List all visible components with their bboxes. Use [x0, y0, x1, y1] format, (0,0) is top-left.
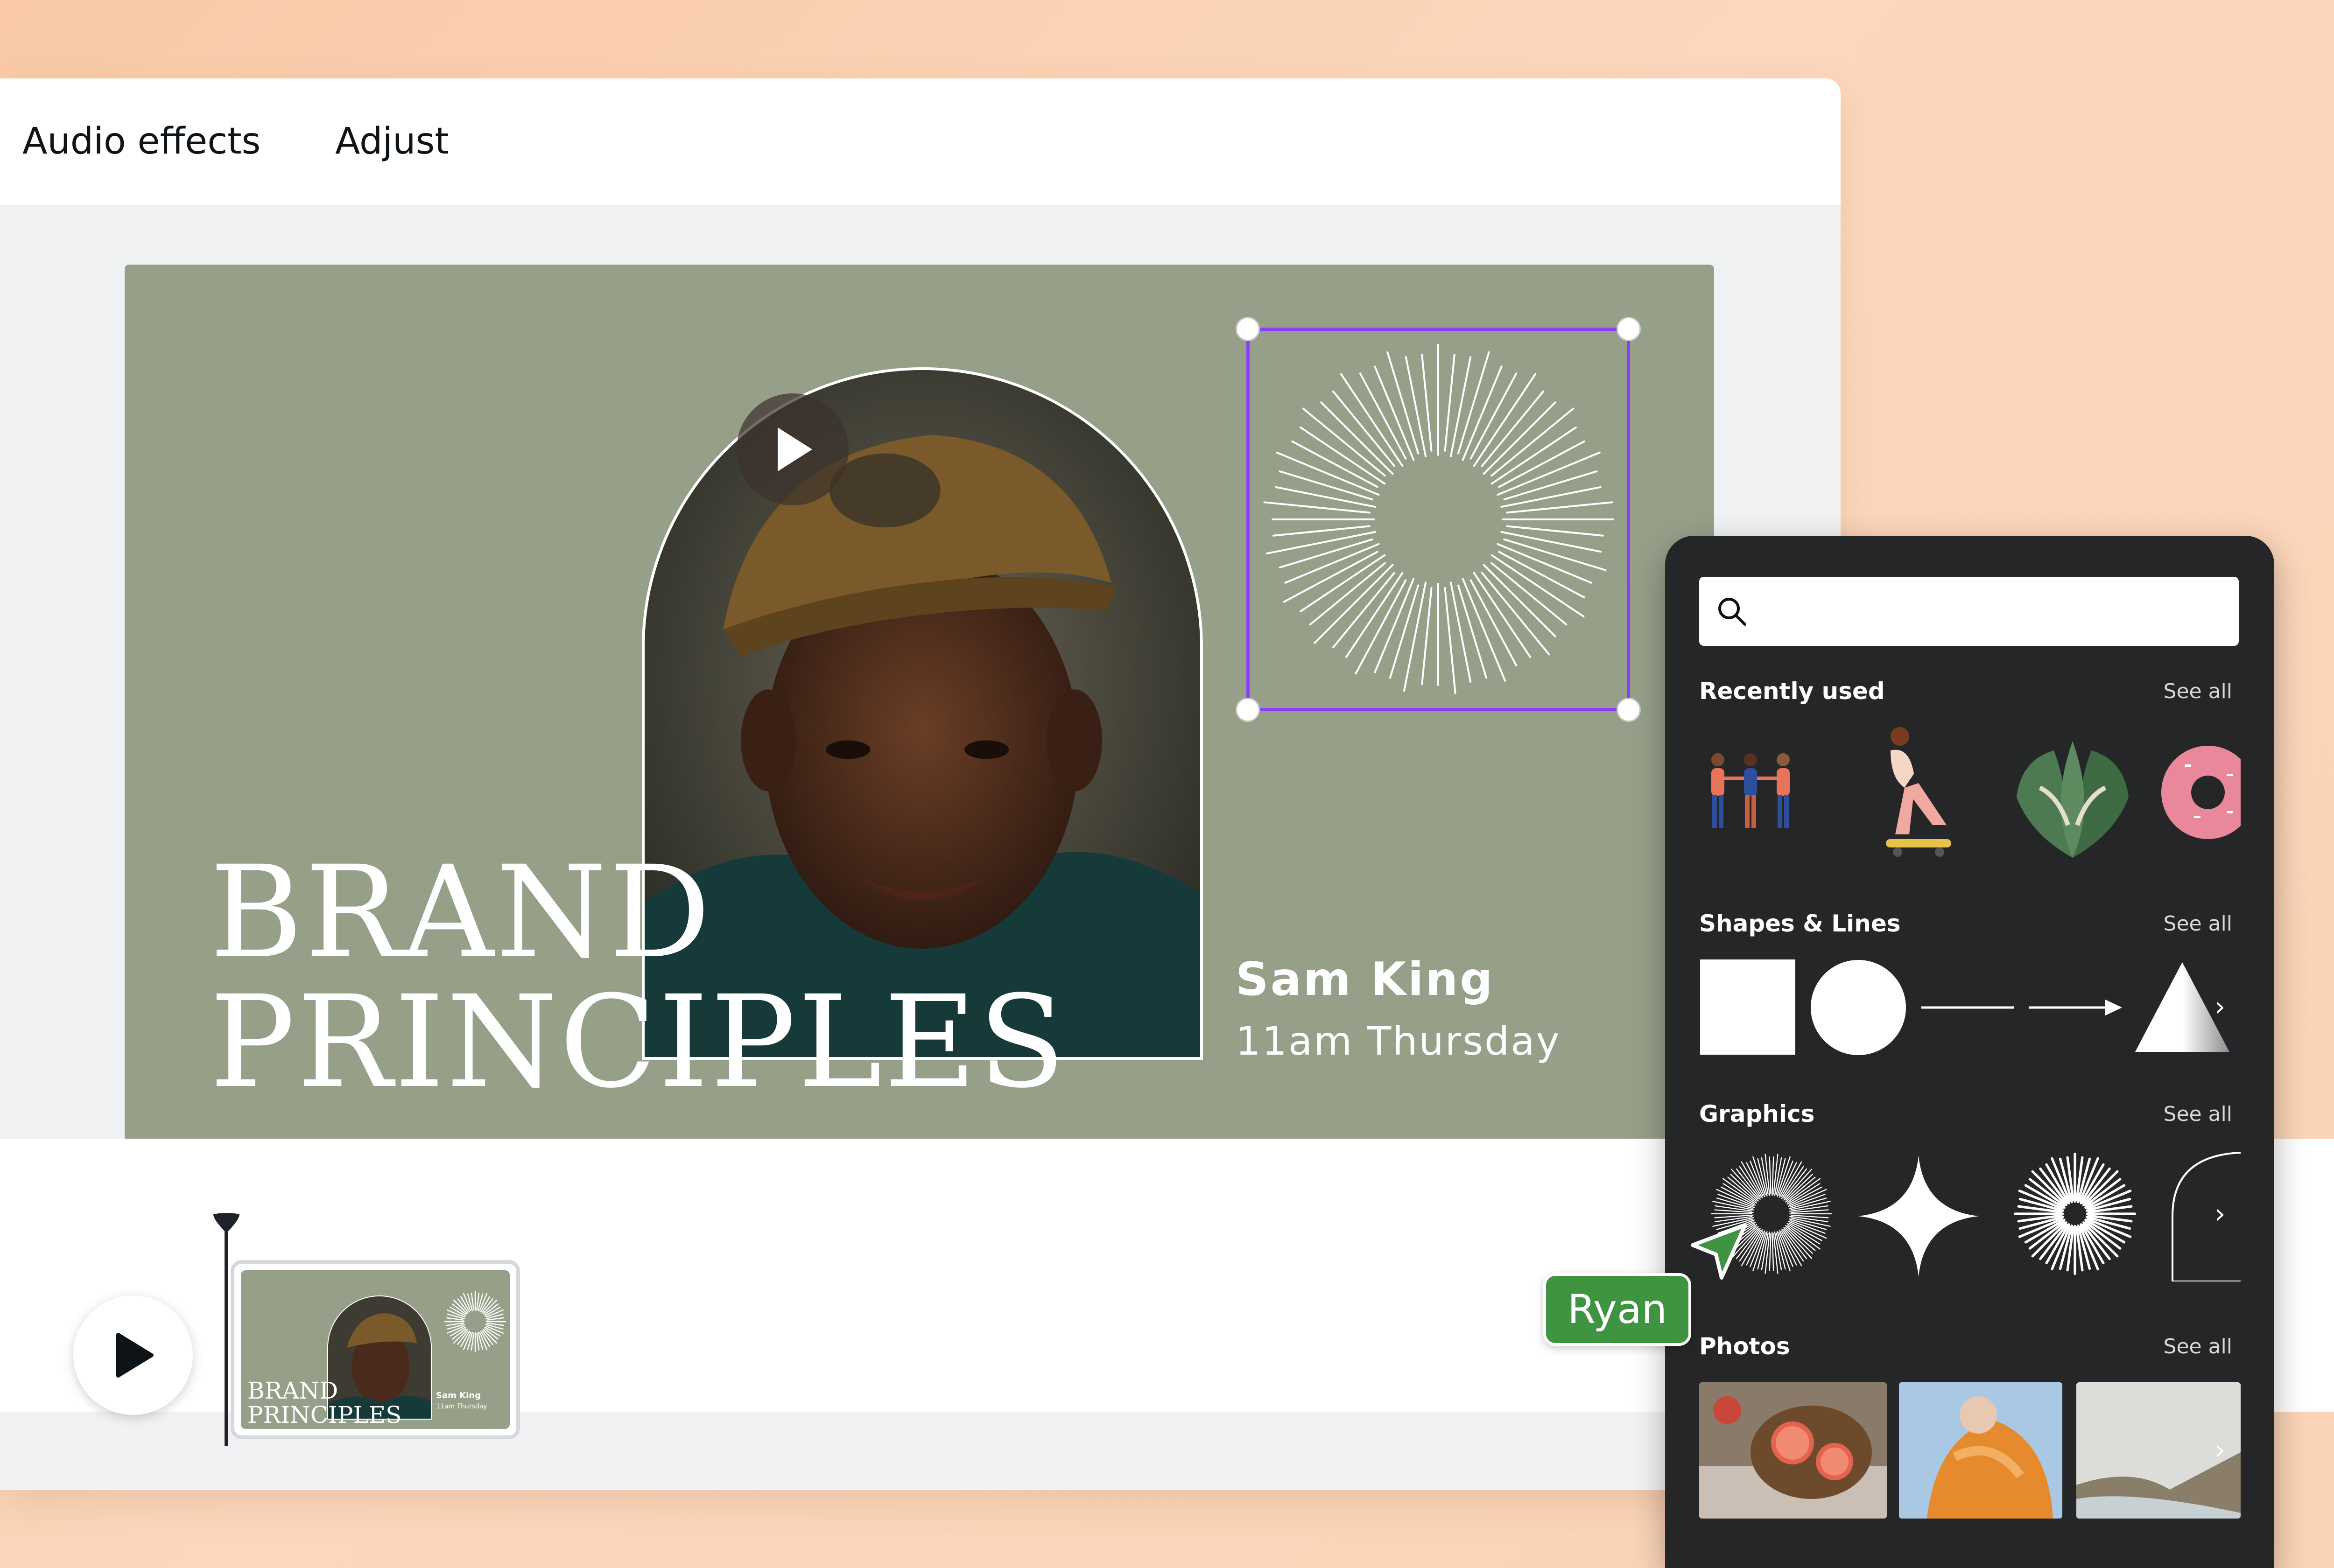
timeline-play-button[interactable] [73, 1295, 193, 1415]
sunburst-ray [1772, 1232, 1774, 1271]
thumbnail-preview: BRAND PRINCIPLES Sam King 11am Thursday [241, 1270, 510, 1429]
section-title-shapes-lines: Shapes & Lines [1699, 910, 1901, 937]
sunburst-ray [1302, 407, 1386, 477]
cursor-arrow-icon [1691, 1224, 1747, 1280]
playhead-line[interactable] [225, 1223, 228, 1446]
bold-sunburst-graphic[interactable] [2012, 1151, 2138, 1277]
chevron-right-icon[interactable]: › [2209, 992, 2231, 1022]
four-point-star-graphic[interactable] [1858, 1155, 1979, 1277]
sunburst-ray [1500, 531, 1602, 553]
elements-panel: Recently used See all Shapes & Lines See… [1665, 536, 2274, 1568]
donut-graphic[interactable] [2157, 741, 2241, 844]
slide-title-line2: PRINCIPLES [210, 969, 1068, 1116]
presenter-name[interactable]: Sam King [1236, 953, 1494, 1006]
sunburst-ray [1772, 1156, 1774, 1196]
tab-audio-effects[interactable]: Audio effects [22, 120, 260, 162]
photo-orange-jacket[interactable] [1899, 1382, 2062, 1519]
see-all-recently-used[interactable]: See all [2164, 679, 2232, 703]
chevron-right-icon[interactable]: › [2209, 1199, 2231, 1229]
section-title-graphics: Graphics [1699, 1100, 1815, 1127]
resize-handle-top-right[interactable] [1617, 317, 1641, 341]
see-all-shapes-lines[interactable]: See all [2164, 912, 2232, 936]
sunburst-ray [1386, 351, 1420, 455]
section-title-photos: Photos [1699, 1333, 1790, 1360]
sunburst-ray [1769, 1156, 1772, 1195]
sunburst-ray [1275, 486, 1376, 508]
sunburst-ray [1717, 1194, 1755, 1208]
timeline-page-thumbnail[interactable]: BRAND PRINCIPLES Sam King 11am Thursday [231, 1260, 520, 1439]
square-shape[interactable] [1699, 959, 1797, 1057]
slide-title-line1: BRAND [210, 839, 713, 987]
graphics-row: › [1699, 1151, 2241, 1286]
sunburst-ray [1272, 525, 1371, 537]
sunburst-ray [1421, 354, 1433, 452]
see-all-photos[interactable]: See all [2164, 1335, 2232, 1358]
search-input[interactable] [1760, 591, 2222, 632]
arrow-line-shape[interactable] [2026, 959, 2124, 1057]
sunburst-ray [1490, 426, 1577, 485]
sunburst-ray [1778, 1232, 1793, 1267]
search-icon [1718, 598, 1746, 626]
search-box[interactable] [1699, 577, 2239, 646]
thumbnail-title: BRAND PRINCIPLES [247, 1379, 401, 1427]
resize-handle-bottom-left[interactable] [1236, 698, 1260, 722]
sunburst-ray [1449, 356, 1472, 457]
sunburst-ray [1449, 581, 1472, 683]
tab-adjust[interactable]: Adjust [335, 120, 449, 162]
sunburst-ray [1421, 587, 1433, 685]
section-title-recently-used: Recently used [1699, 678, 1885, 705]
editor-toolbar: Audio effects Adjust [0, 78, 1841, 206]
sunburst-ray [1473, 572, 1532, 658]
thumbnail-title-line1: BRAND [247, 1377, 338, 1404]
thumbnail-presenter-name: Sam King [436, 1391, 481, 1400]
sunburst-ray [1444, 354, 1455, 452]
sunburst-ray [1345, 572, 1404, 658]
playhead-handle[interactable] [211, 1211, 242, 1235]
thumbnail-sunburst [444, 1290, 506, 1353]
photos-row: › [1699, 1382, 2241, 1519]
presenter-time[interactable]: 11am Thursday [1236, 1018, 1561, 1064]
photo-grapefruit[interactable] [1699, 1382, 1887, 1519]
sunburst-ray [1503, 538, 1607, 571]
sunburst-ray [1481, 572, 1550, 656]
sunburst-ray [1444, 587, 1456, 694]
shapes-lines-row: › [1699, 959, 2241, 1057]
play-icon [778, 427, 812, 471]
sunburst-ray [1769, 1233, 1772, 1271]
play-icon [116, 1333, 154, 1378]
sunburst-ray [1500, 486, 1602, 508]
skateboarder-graphic[interactable] [1863, 722, 1956, 862]
sunburst-ray [1506, 501, 1613, 514]
sunburst-ray [1777, 1156, 1791, 1197]
sunburst-ray [1778, 1160, 1793, 1196]
thumbnail-presenter-time: 11am Thursday [436, 1403, 487, 1410]
sunburst-ray [1263, 501, 1371, 514]
sunburst-ray [1300, 426, 1386, 485]
sunburst-ray [1506, 525, 1604, 537]
selected-sunburst-element[interactable] [1236, 317, 1641, 722]
design-slide[interactable]: BRAND PRINCIPLES Sam King 11am Thursday [125, 265, 1714, 1162]
resize-handle-bottom-right[interactable] [1617, 698, 1641, 722]
sunburst-graphic [1263, 343, 1614, 694]
see-all-graphics[interactable]: See all [2164, 1102, 2232, 1126]
line-shape[interactable] [1919, 959, 2017, 1057]
recently-used-row [1699, 722, 2241, 862]
sunburst-ray [1405, 356, 1427, 457]
sunburst-ray [1457, 351, 1490, 455]
sunburst-ray [1300, 554, 1386, 613]
resize-handle-top-left[interactable] [1236, 317, 1260, 341]
sunburst-ray [1490, 407, 1575, 477]
video-play-button[interactable] [737, 393, 849, 505]
leaf-plant-graphic[interactable] [2003, 732, 2143, 862]
chevron-right-icon[interactable]: › [2209, 1435, 2231, 1465]
thumbnail-title-line2: PRINCIPLES [247, 1401, 402, 1428]
sunburst-ray [1777, 1231, 1791, 1272]
circle-shape[interactable] [1809, 959, 1907, 1057]
slide-title[interactable]: BRAND PRINCIPLES [210, 848, 1143, 1107]
collaborator-name-tag: Ryan [1543, 1273, 1692, 1346]
people-holding-hands-graphic[interactable] [1699, 741, 1802, 844]
